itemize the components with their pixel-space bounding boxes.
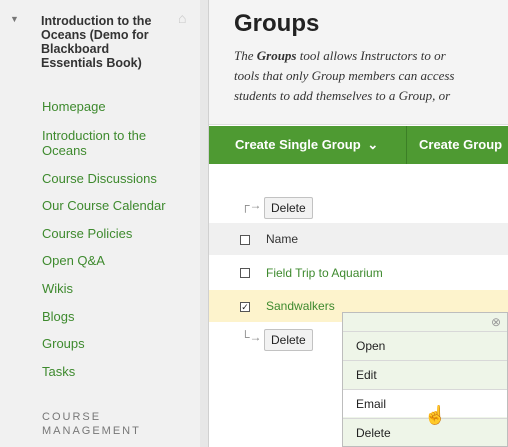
description-bold: Groups (256, 48, 297, 63)
course-sidebar: ▼ Introduction to the Oceans (Demo for B… (0, 0, 201, 447)
sidebar-item-course-calendar[interactable]: Our Course Calendar (42, 198, 192, 213)
select-arrow-icon: └→ (241, 330, 262, 344)
course-management-heading: COURSE MANAGEMENT (42, 410, 162, 438)
table-header-row: Name (209, 223, 508, 255)
sidebar-item-groups[interactable]: Groups (42, 336, 192, 351)
description-text: The (234, 48, 257, 63)
course-title-line: Oceans (Demo for (41, 28, 149, 42)
section-heading-line: MANAGEMENT (42, 425, 141, 437)
row-checkbox-checked[interactable]: ✓ (240, 302, 250, 312)
delete-button-top[interactable]: Delete (264, 197, 313, 219)
chevron-down-icon: ⌄ (367, 137, 379, 152)
sidebar-item-course-discussions[interactable]: Course Discussions (42, 171, 192, 186)
column-header-name[interactable]: Name (266, 232, 298, 246)
action-bar-divider (406, 126, 407, 164)
course-title-line: Blackboard (41, 42, 110, 56)
course-title-line: Introduction to the (41, 14, 152, 28)
page-title: Groups (234, 10, 320, 37)
description-line: students to add themselves to a Group, o… (234, 88, 451, 103)
create-single-group-button[interactable]: Create Single Group ⌄ (235, 126, 378, 164)
create-group-set-button[interactable]: Create Group (419, 126, 502, 164)
table-row: Field Trip to Aquarium (209, 256, 508, 290)
sidebar-item-homepage[interactable]: Homepage (42, 99, 192, 114)
description-text: tool allows Instructors to or (296, 48, 446, 63)
action-bar: Create Single Group ⌄ Create Group (209, 126, 508, 164)
menu-item-open[interactable]: Open (343, 331, 507, 359)
close-icon[interactable]: ⊗ (491, 315, 501, 329)
group-context-menu: ⊗ Open Edit Email Delete (342, 312, 508, 447)
main-content: Groups The Groups tool allows Instructor… (209, 0, 508, 447)
page-description: The Groups tool allows Instructors to or… (234, 46, 508, 106)
course-title[interactable]: Introduction to the Oceans (Demo for Bla… (41, 14, 159, 70)
page-header: Groups The Groups tool allows Instructor… (209, 0, 508, 125)
group-link-field-trip[interactable]: Field Trip to Aquarium (266, 266, 383, 280)
sidebar-item-tasks[interactable]: Tasks (42, 364, 192, 379)
sidebar-item-wikis[interactable]: Wikis (42, 281, 192, 296)
course-title-line: Essentials Book) (41, 56, 142, 70)
collapse-triangle-icon[interactable]: ▼ (10, 14, 19, 24)
description-line: The Groups tool allows Instructors to or (234, 46, 508, 66)
sidebar-item-course-policies[interactable]: Course Policies (42, 226, 192, 241)
create-single-group-label: Create Single Group (235, 137, 361, 152)
select-arrow-icon: ┌→ (241, 198, 262, 212)
row-checkbox[interactable] (240, 268, 250, 278)
description-line: tools that only Group members can access (234, 68, 455, 83)
delete-button-bottom[interactable]: Delete (264, 329, 313, 351)
sidebar-item-introduction[interactable]: Introduction to the Oceans (42, 128, 162, 158)
group-link-sandwalkers[interactable]: Sandwalkers (266, 299, 335, 313)
sidebar-item-blogs[interactable]: Blogs (42, 309, 192, 324)
select-all-checkbox[interactable] (240, 235, 250, 245)
sidebar-splitter[interactable] (200, 0, 209, 447)
sidebar-item-open-qa[interactable]: Open Q&A (42, 253, 192, 268)
menu-item-edit[interactable]: Edit (343, 360, 507, 388)
hand-cursor-icon: ☝ (424, 405, 447, 425)
section-heading-line: COURSE (42, 411, 102, 423)
home-icon[interactable]: ⌂ (178, 10, 186, 26)
